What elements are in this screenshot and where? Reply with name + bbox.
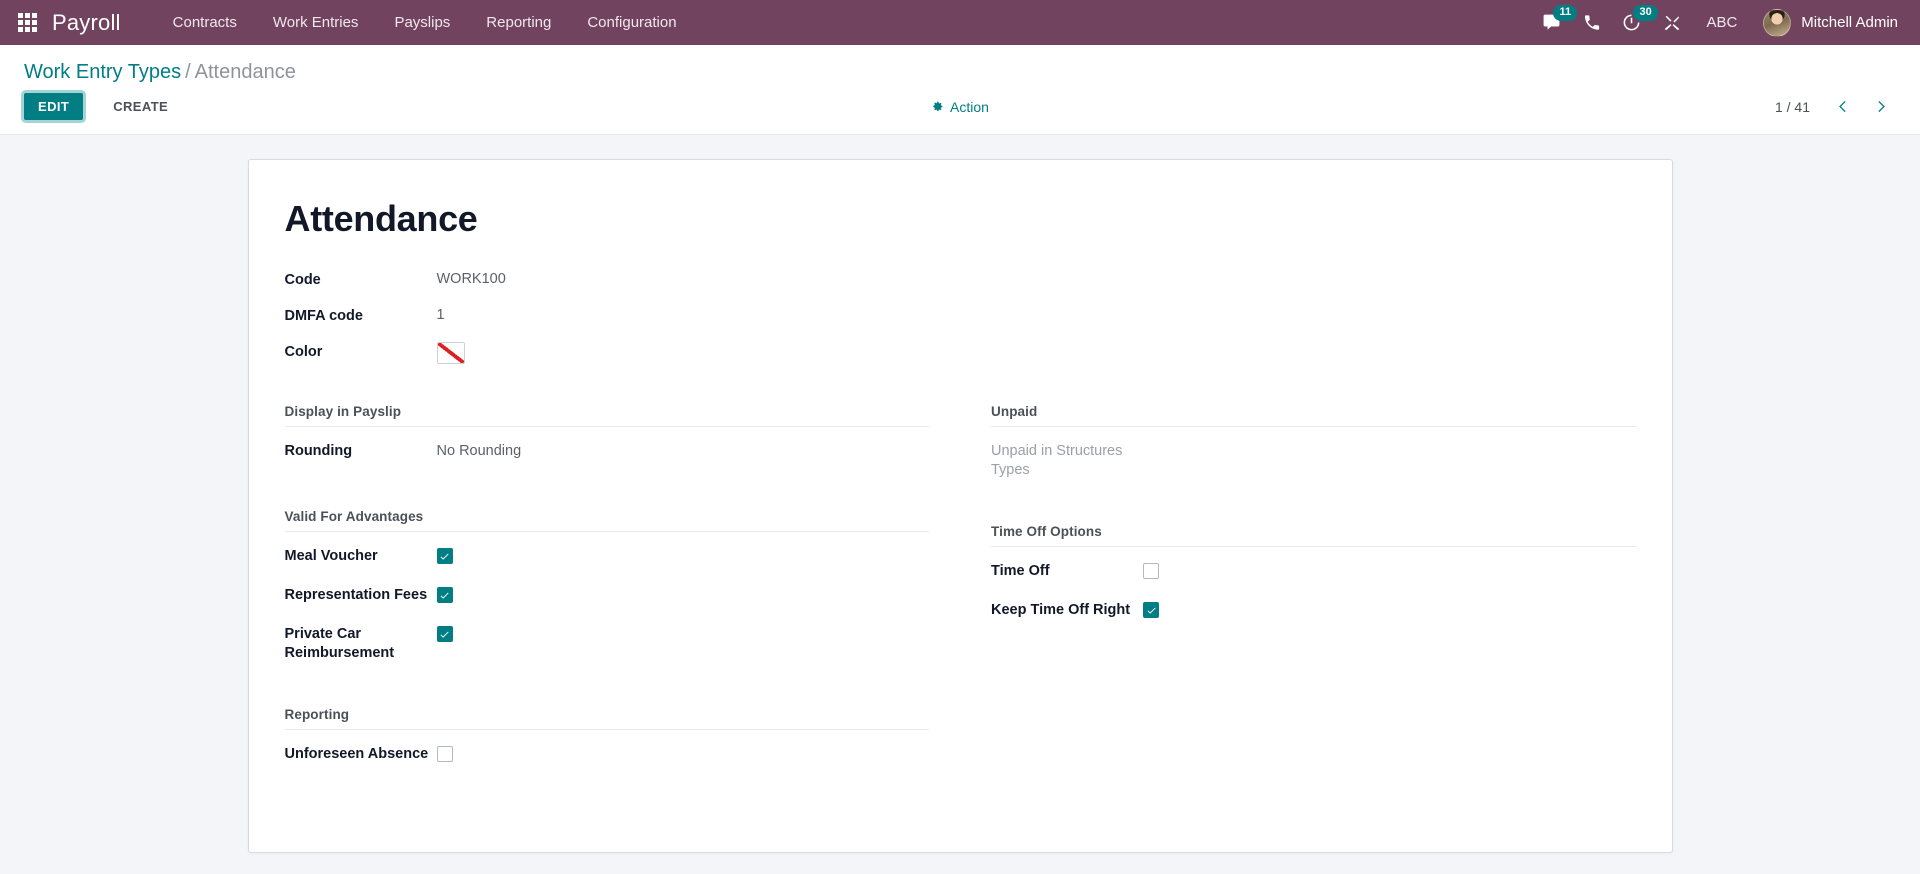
field-row-dmfa-code: DMFA code 1 — [285, 304, 1636, 330]
field-label-rounding: Rounding — [284, 443, 353, 459]
breadcrumb: Work Entry Types / Attendance — [24, 59, 1896, 85]
action-menu-button[interactable]: Action — [931, 99, 989, 115]
field-label-dmfa-code: DMFA code — [284, 308, 363, 324]
field-value-dmfa-code[interactable]: 1 — [437, 304, 445, 326]
field-label-code: Code — [284, 272, 321, 288]
breadcrumb-row: Work Entry Types / Attendance — [0, 45, 1920, 87]
field-row-meal-voucher: Meal Voucher — [285, 546, 930, 570]
menu-item-reporting[interactable]: Reporting — [468, 0, 569, 45]
edit-button[interactable]: EDIT — [24, 93, 84, 120]
app-brand-payroll[interactable]: Payroll — [52, 0, 121, 45]
checkbox-meal-voucher[interactable] — [436, 548, 453, 564]
checkbox-unforeseen-absence[interactable] — [436, 746, 453, 762]
field-label-private-car-reimbursement: Private Car Reimbursement — [284, 626, 395, 661]
check-icon — [440, 631, 449, 638]
no-color-slash-icon — [437, 343, 464, 363]
menu-item-contracts[interactable]: Contracts — [155, 0, 255, 45]
field-row-private-car-reimbursement: Private Car Reimbursement — [285, 624, 930, 663]
pager-next-button[interactable] — [1865, 97, 1896, 116]
chevron-right-icon — [1878, 100, 1885, 113]
form-column-left: Display in Payslip Rounding No Rounding … — [284, 404, 930, 812]
field-label-meal-voucher: Meal Voucher — [284, 548, 378, 564]
user-name: Mitchell Admin — [1801, 14, 1898, 31]
check-icon — [440, 592, 449, 599]
pager: 1 / 41 — [1775, 97, 1896, 116]
field-row-rounding: Rounding No Rounding — [285, 441, 930, 465]
field-row-representation-fees: Representation Fees — [285, 585, 930, 609]
checkbox-time-off[interactable] — [1143, 563, 1159, 579]
group-title-unpaid: Unpaid — [991, 404, 1636, 427]
group-title-time-off-options: Time Off Options — [991, 524, 1636, 547]
phone-icon — [1585, 15, 1600, 30]
group-title-display-in-payslip: Display in Payslip — [284, 404, 929, 427]
user-menu[interactable]: Mitchell Admin — [1751, 0, 1902, 45]
form-column-right: Unpaid Unpaid in Structures Types Time O… — [991, 404, 1636, 812]
field-label-unpaid-in-structures-types: Unpaid in Structures Types — [991, 443, 1123, 478]
field-row-unpaid-in-structures-types: Unpaid in Structures Types — [991, 441, 1636, 480]
check-icon — [440, 553, 449, 560]
group-valid-for-advantages: Valid For Advantages Meal Voucher Repres… — [284, 509, 930, 663]
field-row-code: Code WORK100 — [285, 268, 1636, 294]
language-switcher[interactable]: ABC — [1692, 0, 1751, 45]
checkbox-private-car-reimbursement[interactable] — [436, 626, 453, 642]
menu-item-work-entries[interactable]: Work Entries — [255, 0, 377, 45]
menu-item-configuration[interactable]: Configuration — [569, 0, 694, 45]
group-unpaid: Unpaid Unpaid in Structures Types — [991, 404, 1636, 480]
main-menu-bar: Contracts Work Entries Payslips Reportin… — [155, 0, 695, 45]
breadcrumb-current: Attendance — [194, 61, 296, 83]
create-button[interactable]: CREATE — [99, 93, 182, 120]
user-avatar — [1763, 8, 1792, 37]
field-row-color: Color — [285, 340, 1636, 366]
field-row-time-off: Time Off — [991, 561, 1636, 585]
apps-grid-icon[interactable] — [10, 0, 44, 45]
field-label-unforeseen-absence: Unforeseen Absence — [284, 746, 429, 762]
action-menu-label: Action — [950, 98, 989, 115]
checkbox-keep-time-off-right[interactable] — [1143, 602, 1159, 618]
voip-menu[interactable] — [1572, 0, 1611, 45]
pager-value: 1 / 41 — [1774, 98, 1810, 115]
top-fields-group: Code WORK100 DMFA code 1 Color — [285, 268, 1636, 366]
chevron-left-icon — [1839, 100, 1846, 113]
field-label-color: Color — [284, 344, 323, 360]
check-icon — [1147, 607, 1156, 614]
activity-menu[interactable]: 30 — [1611, 0, 1658, 45]
breadcrumb-separator: / — [185, 61, 191, 83]
messaging-menu[interactable]: 11 — [1531, 0, 1578, 45]
field-value-rounding[interactable]: No Rounding — [437, 441, 522, 462]
form-sheet-container: Attendance Code WORK100 DMFA code 1 Colo… — [0, 135, 1920, 853]
menu-item-payslips[interactable]: Payslips — [376, 0, 468, 45]
group-display-in-payslip: Display in Payslip Rounding No Rounding — [284, 404, 930, 465]
group-time-off-options: Time Off Options Time Off Keep Time Off … — [991, 524, 1636, 624]
form-sheet: Attendance Code WORK100 DMFA code 1 Colo… — [247, 159, 1673, 853]
group-title-reporting: Reporting — [284, 707, 929, 730]
field-row-unforeseen-absence: Unforeseen Absence — [285, 744, 930, 768]
pager-previous-button[interactable] — [1828, 97, 1859, 116]
top-navbar: Payroll Contracts Work Entries Payslips … — [0, 0, 1920, 45]
breadcrumb-parent-link[interactable]: Work Entry Types — [24, 61, 181, 83]
color-swatch-no-color[interactable] — [436, 342, 465, 364]
checkbox-representation-fees[interactable] — [436, 587, 453, 603]
debug-menu[interactable] — [1652, 0, 1692, 45]
field-value-code[interactable]: WORK100 — [437, 268, 506, 290]
group-reporting: Reporting Unforeseen Absence — [284, 707, 930, 768]
control-panel-buttons: EDIT CREATE Action 1 / 41 — [0, 87, 1920, 134]
field-row-keep-time-off-right: Keep Time Off Right — [991, 600, 1636, 624]
field-label-time-off: Time Off — [991, 563, 1050, 579]
gear-icon — [933, 101, 943, 112]
tools-icon — [1665, 15, 1680, 30]
record-title: Attendance — [284, 198, 478, 239]
field-label-representation-fees: Representation Fees — [284, 587, 428, 603]
field-label-keep-time-off-right: Keep Time Off Right — [991, 602, 1131, 618]
control-panel: Work Entry Types / Attendance EDIT CREATE … — [0, 45, 1920, 135]
navbar-systray: 11 30 ABC Mitchell Admin — [1531, 0, 1902, 45]
form-groups: Display in Payslip Rounding No Rounding … — [284, 404, 1636, 812]
group-title-valid-for-advantages: Valid For Advantages — [284, 509, 929, 532]
